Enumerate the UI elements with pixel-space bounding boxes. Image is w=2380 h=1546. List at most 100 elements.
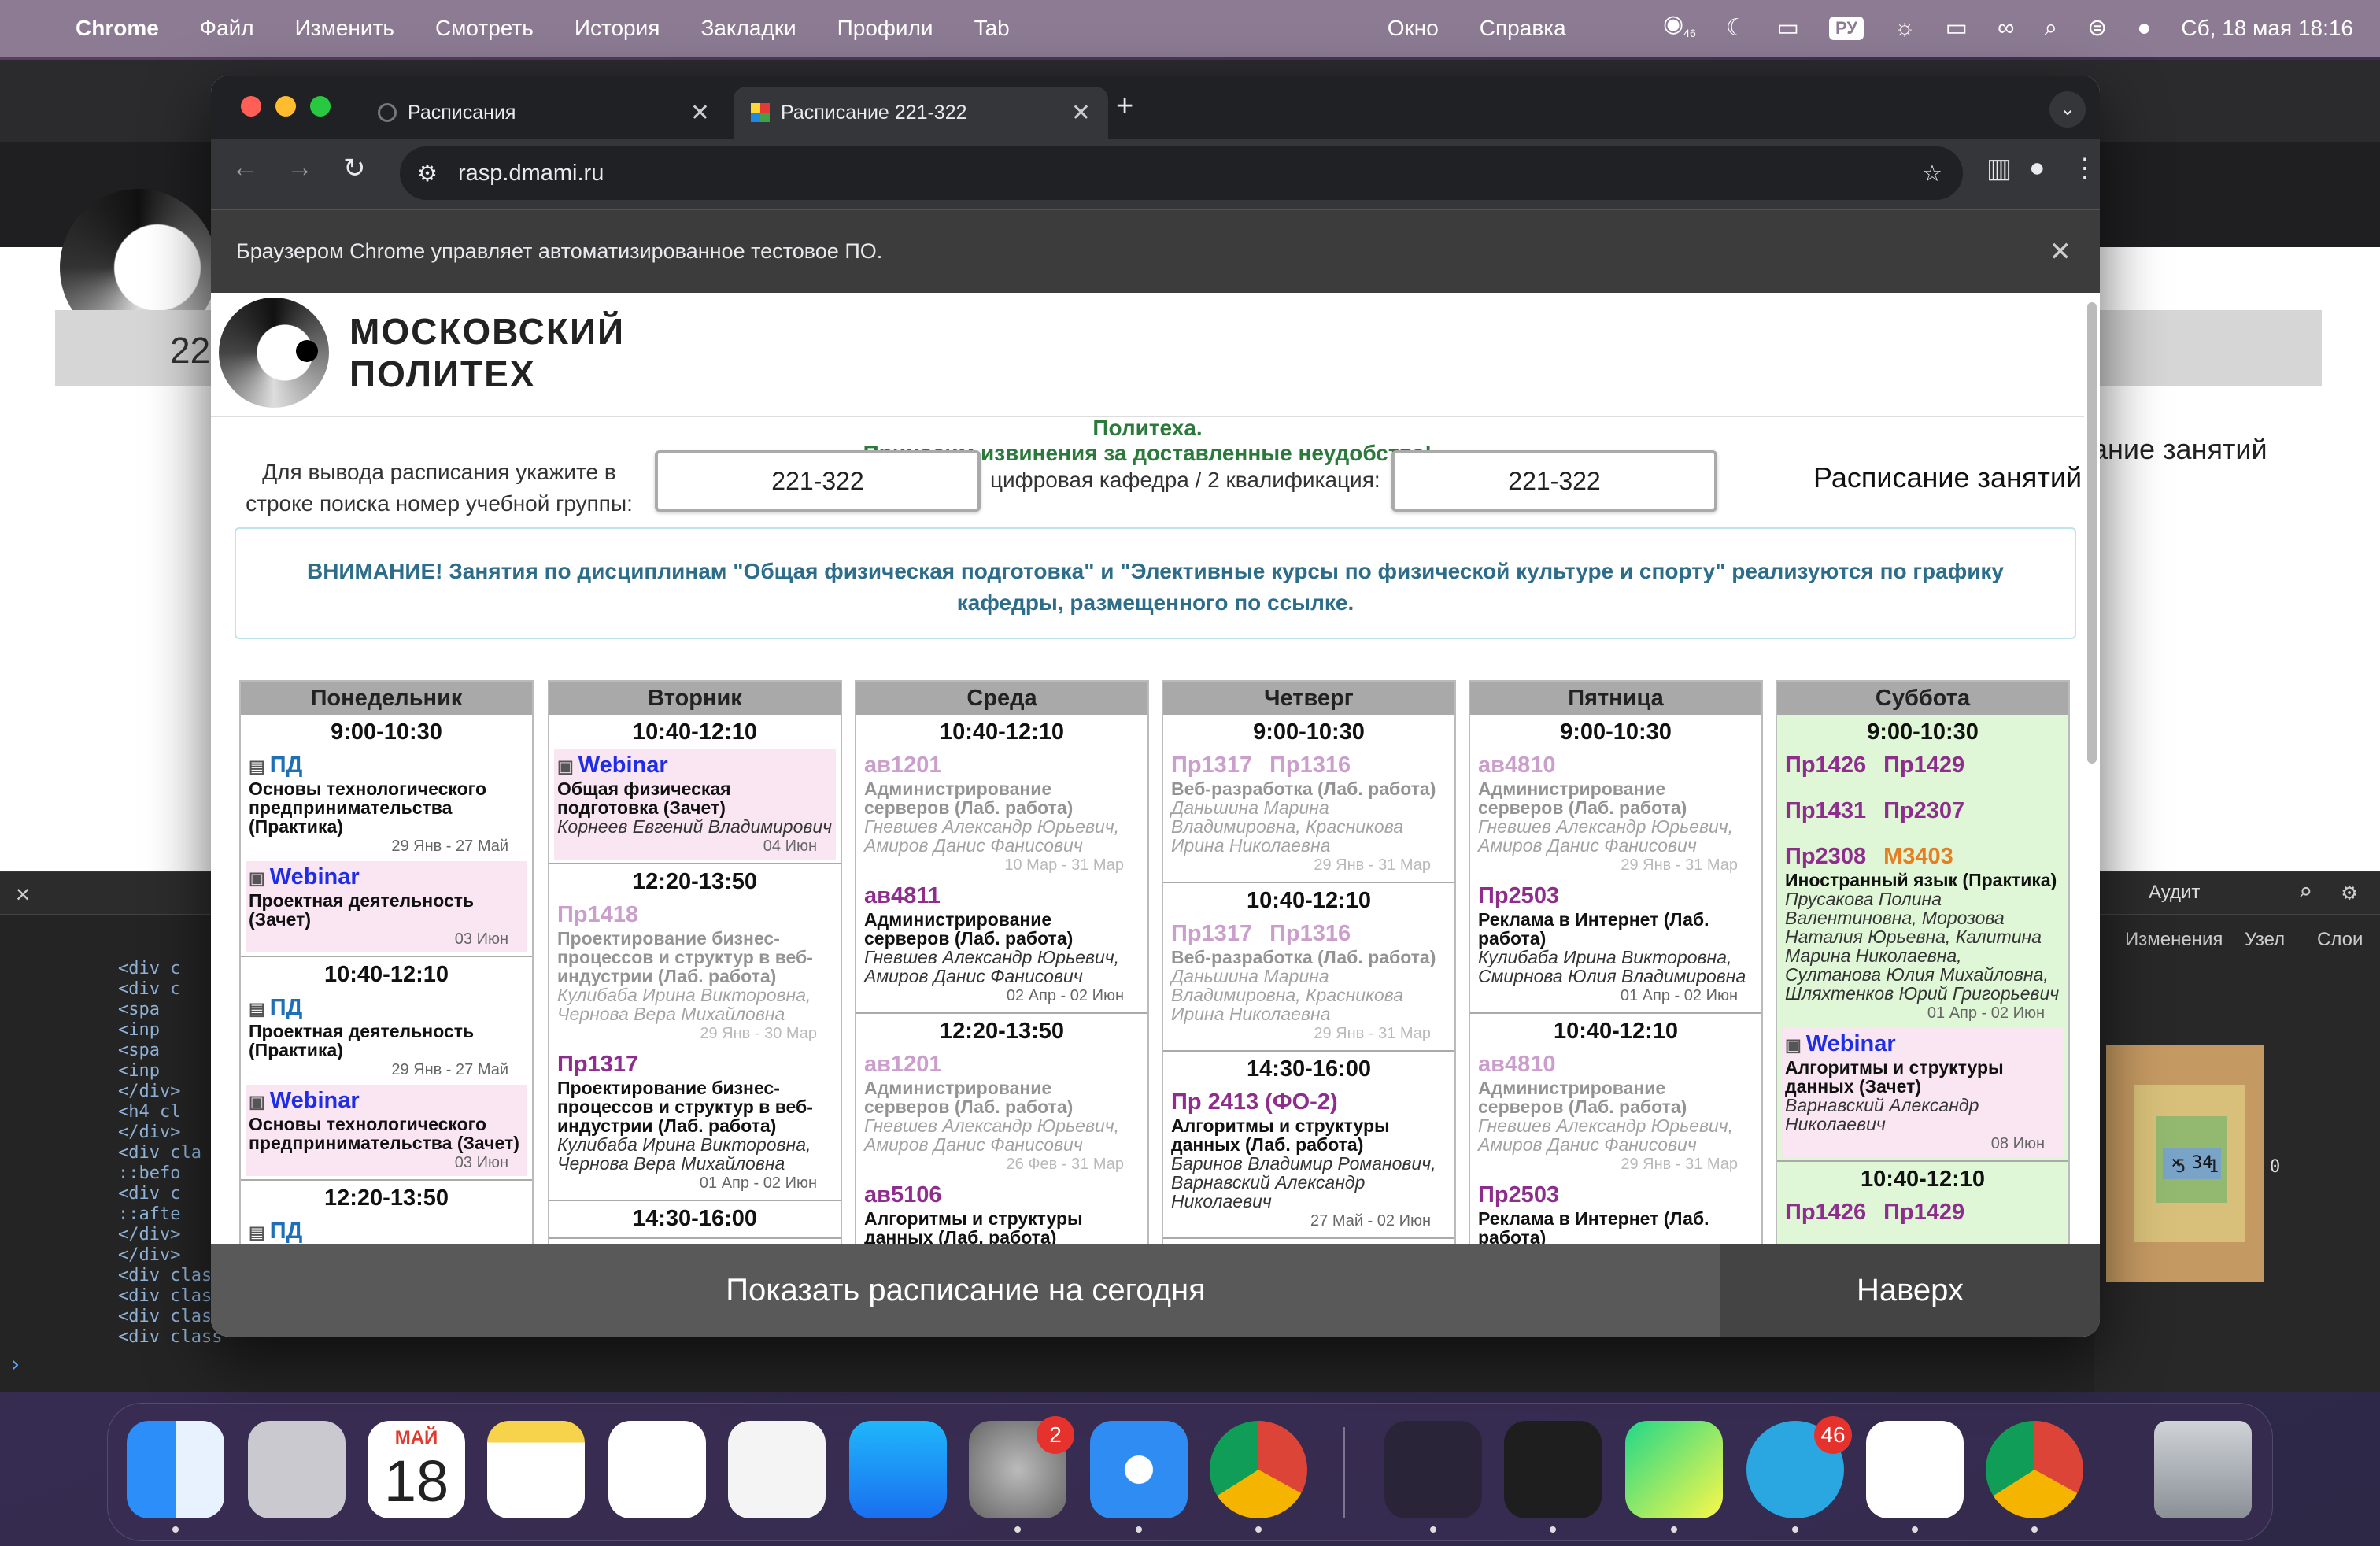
- dom-node[interactable]: <div cla: [0, 1143, 236, 1163]
- trash-icon[interactable]: [2154, 1421, 2252, 1518]
- bookmark-star-icon[interactable]: ☆: [1922, 160, 1942, 187]
- dom-node[interactable]: <div c: [0, 959, 236, 979]
- close-icon[interactable]: ✕: [16, 880, 30, 908]
- room-link[interactable]: Пр2503: [1478, 1181, 1559, 1209]
- search-icon[interactable]: ⌕: [2298, 878, 2312, 906]
- console-prompt-icon[interactable]: ›: [8, 1351, 22, 1378]
- lesson-card[interactable]: ав4810 Администрирование серверов (Лаб. р…: [1475, 1049, 1757, 1178]
- room-link[interactable]: ▤ ПД: [249, 751, 302, 779]
- notifications-icon[interactable]: ◉46: [1663, 0, 1696, 61]
- dom-node[interactable]: <div class: [0, 1327, 236, 1348]
- dom-node[interactable]: <div class: [0, 1266, 236, 1286]
- search-icon[interactable]: ⌕: [2044, 0, 2057, 57]
- menu-window[interactable]: Окно: [1388, 16, 1439, 41]
- room-link[interactable]: Пр1429: [1883, 751, 1964, 779]
- room-link[interactable]: ав1201: [864, 751, 941, 779]
- menu-tab[interactable]: Tab: [974, 16, 1010, 41]
- siri-icon[interactable]: ●: [2137, 0, 2151, 57]
- menu-help[interactable]: Справка: [1480, 16, 1566, 41]
- lesson-card[interactable]: ав5106 Алгоритмы и структуры данных (Лаб.…: [861, 1179, 1143, 1250]
- dom-node[interactable]: ::befo: [0, 1163, 236, 1184]
- lesson-card[interactable]: ав4810 Администрирование серверов (Лаб. р…: [1475, 749, 1757, 878]
- figma-icon[interactable]: [1504, 1421, 1602, 1533]
- menu-kebab-icon[interactable]: ⋮: [2071, 153, 2098, 184]
- lesson-card[interactable]: ▣ Webinar Алгоритмы и структуры данных (За…: [1782, 1028, 2064, 1157]
- room-link[interactable]: Пр1316: [1269, 919, 1351, 948]
- lesson-card[interactable]: Пр1426 Пр1429 Пр1431 Пр2307 Пр2308 М3403 Иност…: [1782, 749, 2064, 1026]
- page-scrollbar[interactable]: [2087, 302, 2097, 764]
- menu-edit[interactable]: Изменить: [295, 16, 394, 41]
- room-link[interactable]: Пр 2413 (ФО-2): [1171, 1088, 1338, 1116]
- pycharm-icon[interactable]: [1625, 1421, 1723, 1533]
- profile-icon[interactable]: ●: [2029, 153, 2046, 183]
- close-tab-icon[interactable]: ✕: [690, 99, 710, 127]
- notes-icon[interactable]: [487, 1421, 585, 1518]
- dom-node[interactable]: </div>: [0, 1245, 236, 1266]
- room-link[interactable]: ▤ ПД: [249, 993, 302, 1022]
- safari-icon[interactable]: [1090, 1421, 1188, 1533]
- show-today-button[interactable]: Показать расписание на сегодня: [211, 1244, 1720, 1337]
- dom-node[interactable]: ::afte: [0, 1204, 236, 1225]
- group-search-input-2[interactable]: 221-322: [1391, 450, 1717, 512]
- lesson-card[interactable]: ▣ Webinar Проектная деятельность (Зачет) 03…: [246, 861, 527, 952]
- maximize-window-button[interactable]: [310, 96, 331, 117]
- menu-bookmarks[interactable]: Закладки: [700, 16, 796, 41]
- url-text[interactable]: rasp.dmami.ru: [458, 161, 604, 187]
- freeform-icon[interactable]: [728, 1421, 826, 1518]
- room-link[interactable]: ав4811: [864, 882, 941, 910]
- audit-tab[interactable]: Аудит: [2149, 882, 2200, 904]
- site-info-icon[interactable]: ⚙: [417, 160, 438, 187]
- forward-icon[interactable]: →: [286, 153, 313, 183]
- brightness-icon[interactable]: ☼: [1894, 0, 1916, 57]
- close-window-button[interactable]: [241, 96, 261, 117]
- menu-profiles[interactable]: Профили: [837, 16, 933, 41]
- gear-icon[interactable]: ⚙: [2342, 878, 2356, 906]
- room-link[interactable]: Пр1418: [557, 901, 638, 929]
- app-store-icon[interactable]: [849, 1421, 947, 1518]
- stage-manager-icon[interactable]: ▭: [1777, 0, 1799, 57]
- reminders-icon[interactable]: [608, 1421, 706, 1518]
- menu-app-name[interactable]: Chrome: [76, 16, 159, 41]
- lesson-card[interactable]: Пр1317 Пр1316 Веб-разработка (Лаб. работа)…: [1168, 749, 1450, 878]
- room-link[interactable]: Пр1429: [1883, 1198, 1964, 1226]
- room-link[interactable]: Пр1317: [1171, 919, 1252, 948]
- address-bar[interactable]: ⚙ rasp.dmami.ru ☆: [400, 146, 1963, 200]
- close-infobar-icon[interactable]: ✕: [2049, 236, 2072, 268]
- dom-node[interactable]: <spa: [0, 1000, 236, 1020]
- room-link[interactable]: ▣ Webinar: [557, 751, 668, 779]
- tab-layers[interactable]: Слои: [2317, 929, 2363, 951]
- room-link[interactable]: Пр2503: [1478, 882, 1559, 910]
- lesson-card[interactable]: Пр 2413 (ФО-2) Алгоритмы и структуры данн…: [1168, 1086, 1450, 1234]
- control-center-icon[interactable]: ⊜: [2087, 0, 2107, 57]
- room-link[interactable]: ав4810: [1478, 751, 1555, 779]
- vscode-icon[interactable]: [1866, 1421, 1964, 1533]
- pe-notice-alert[interactable]: ВНИМАНИЕ! Занятия по дисциплинам "Общая …: [235, 527, 2076, 639]
- dom-node[interactable]: <div c: [0, 1184, 236, 1204]
- room-link[interactable]: Пр1431: [1785, 797, 1866, 825]
- room-link[interactable]: ▣ Webinar: [249, 1086, 360, 1115]
- side-panel-icon[interactable]: ▥: [1986, 153, 2012, 184]
- telegram-icon[interactable]: 46: [1746, 1416, 1852, 1533]
- lesson-card[interactable]: ▣ Webinar Основы технологического предприн…: [246, 1085, 527, 1176]
- launchpad-icon[interactable]: [248, 1421, 346, 1518]
- scroll-top-button[interactable]: Наверх: [1720, 1244, 2100, 1337]
- dom-node[interactable]: <inp: [0, 1020, 236, 1041]
- dom-node[interactable]: <div class: [0, 1286, 236, 1307]
- tab-changes[interactable]: Изменения: [2125, 929, 2223, 951]
- room-link[interactable]: М3403: [1883, 842, 1953, 871]
- finder-icon[interactable]: [127, 1421, 224, 1533]
- lesson-card[interactable]: Пр1418 Проектирование бизнес-процессов и …: [554, 899, 836, 1047]
- logo-text[interactable]: МОСКОВСКИЙ ПОЛИТЕХ: [349, 310, 625, 395]
- room-link[interactable]: ав5106: [864, 1181, 941, 1209]
- room-link[interactable]: ▣ Webinar: [249, 863, 360, 891]
- tab-schedules[interactable]: Расписания ✕: [360, 87, 727, 139]
- menu-file[interactable]: Файл: [200, 16, 254, 41]
- room-link[interactable]: Пр1426: [1785, 751, 1866, 779]
- close-tab-icon[interactable]: ✕: [1071, 99, 1091, 127]
- room-link[interactable]: Пр2307: [1883, 797, 1964, 825]
- reload-icon[interactable]: ↻: [343, 153, 366, 184]
- lesson-card[interactable]: ▤ ПД Основы технологического предпринимате…: [246, 749, 527, 860]
- room-link[interactable]: ▣ Webinar: [1785, 1030, 1896, 1058]
- lesson-card[interactable]: Пр1317 Проектирование бизнес-процессов и …: [554, 1049, 836, 1196]
- lesson-card[interactable]: Пр2503 Реклама в Интернет (Лаб. работа): [1475, 1179, 1757, 1250]
